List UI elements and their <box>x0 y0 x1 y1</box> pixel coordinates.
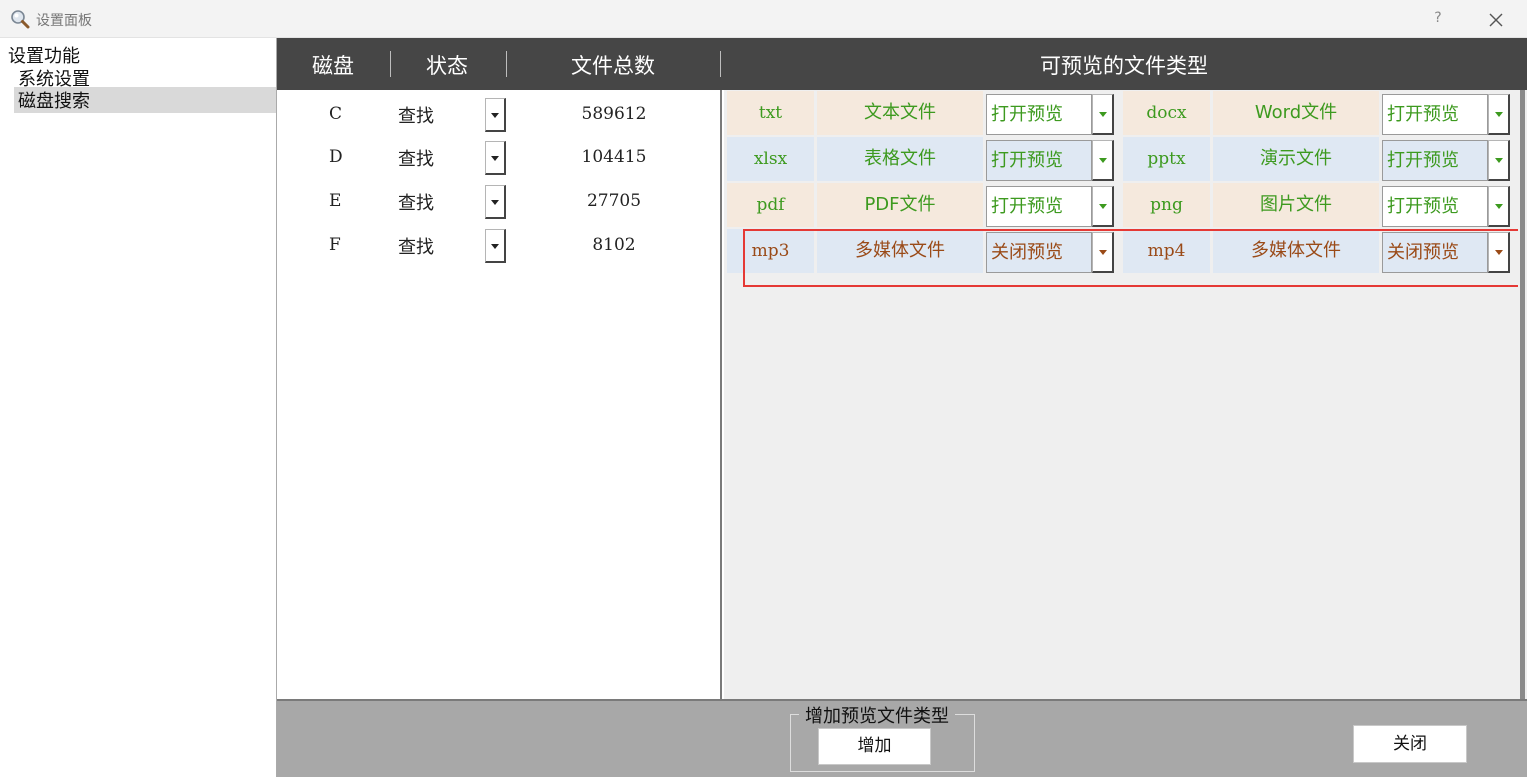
file-type-row: mp3 多媒体文件 关闭预览 mp4 多媒体文件 关闭预览 <box>724 229 1527 273</box>
table-row: D 查找 104415 <box>277 139 722 175</box>
dropdown-arrow-icon[interactable] <box>1092 140 1114 181</box>
file-desc: 演示文件 <box>1213 137 1379 181</box>
close-icon[interactable] <box>1484 8 1508 32</box>
file-desc: 多媒体文件 <box>1213 229 1379 273</box>
table-header: 磁盘 状态 文件总数 可预览的文件类型 <box>277 38 1527 90</box>
file-ext: pptx <box>1123 137 1210 181</box>
scrollbar-thumb[interactable] <box>1520 90 1525 699</box>
preview-state-select[interactable]: 打开预览 <box>986 94 1092 135</box>
dropdown-arrow-icon[interactable] <box>1092 186 1114 227</box>
dropdown-arrow-icon[interactable] <box>485 185 506 219</box>
dropdown-arrow-icon[interactable] <box>1092 94 1114 135</box>
file-desc: 表格文件 <box>817 137 983 181</box>
file-desc: 图片文件 <box>1213 183 1379 227</box>
dropdown-arrow-icon[interactable] <box>1488 140 1510 181</box>
disk-file-count: 589612 <box>581 104 647 124</box>
preview-state-select[interactable]: 打开预览 <box>1382 94 1488 135</box>
window-title: 设置面板 <box>36 13 92 29</box>
dropdown-arrow-icon[interactable] <box>1092 232 1114 273</box>
settings-tree: 设置功能 系统设置 磁盘搜索 <box>0 38 276 777</box>
file-desc: 多媒体文件 <box>817 229 983 273</box>
file-ext: png <box>1123 183 1210 227</box>
dropdown-arrow-icon[interactable] <box>485 229 506 263</box>
file-type-row: pdf PDF文件 打开预览 png 图片文件 打开预览 <box>724 183 1527 227</box>
disk-letter: C <box>329 104 343 124</box>
file-type-row: xlsx 表格文件 打开预览 pptx 演示文件 打开预览 <box>724 137 1527 181</box>
preview-state-select[interactable]: 关闭预览 <box>1382 232 1488 273</box>
disk-list: C 查找 589612 D 查找 104415 E 查找 27705 F 查找 … <box>277 90 722 699</box>
file-ext: mp3 <box>727 229 814 273</box>
title-bar: 设置面板 ? <box>0 0 1527 38</box>
header-separator <box>720 51 721 77</box>
header-separator <box>506 51 507 77</box>
disk-file-count: 27705 <box>586 191 642 211</box>
disk-status[interactable]: 查找 <box>398 189 434 215</box>
preview-state-select[interactable]: 打开预览 <box>1382 186 1488 227</box>
tree-item-disk-search[interactable]: 磁盘搜索 <box>14 87 276 113</box>
disk-status[interactable]: 查找 <box>398 102 434 128</box>
header-status: 状态 <box>426 54 468 78</box>
disk-letter: D <box>329 147 343 167</box>
header-preview-types: 可预览的文件类型 <box>1040 54 1208 78</box>
table-row: C 查找 589612 <box>277 96 722 132</box>
file-desc: Word文件 <box>1213 91 1379 135</box>
vertical-scrollbar[interactable] <box>1518 90 1527 699</box>
header-separator <box>390 51 391 77</box>
dropdown-arrow-icon[interactable] <box>485 141 506 175</box>
file-ext: pdf <box>727 183 814 227</box>
dropdown-arrow-icon[interactable] <box>1488 232 1510 273</box>
disk-letter: F <box>329 235 341 255</box>
disk-status[interactable]: 查找 <box>398 145 434 171</box>
add-button[interactable]: 增加 <box>818 728 931 765</box>
dropdown-arrow-icon[interactable] <box>1488 186 1510 227</box>
file-desc: PDF文件 <box>817 183 983 227</box>
preview-state-select[interactable]: 打开预览 <box>986 186 1092 227</box>
file-type-row: txt 文本文件 打开预览 docx Word文件 打开预览 <box>724 91 1527 135</box>
header-count: 文件总数 <box>571 54 655 78</box>
table-row: F 查找 8102 <box>277 227 722 263</box>
main-panel: 磁盘 状态 文件总数 可预览的文件类型 C 查找 589612 D 查找 104… <box>276 38 1527 777</box>
preview-state-select[interactable]: 打开预览 <box>986 140 1092 181</box>
disk-file-count: 104415 <box>581 147 647 167</box>
footer-bar: 增加预览文件类型 增加 关闭 <box>277 699 1527 777</box>
help-button[interactable]: ? <box>1428 8 1448 28</box>
magnifier-icon <box>11 10 30 29</box>
preview-state-select[interactable]: 打开预览 <box>1382 140 1488 181</box>
preview-state-select[interactable]: 关闭预览 <box>986 232 1092 273</box>
preview-types-grid: txt 文本文件 打开预览 docx Word文件 打开预览 xlsx 表格文件… <box>724 90 1527 699</box>
file-ext: txt <box>727 91 814 135</box>
dropdown-arrow-icon[interactable] <box>1488 94 1510 135</box>
dropdown-arrow-icon[interactable] <box>485 98 506 132</box>
file-ext: xlsx <box>727 137 814 181</box>
file-ext: docx <box>1123 91 1210 135</box>
add-type-group-title: 增加预览文件类型 <box>799 702 955 728</box>
disk-letter: E <box>329 191 342 211</box>
file-desc: 文本文件 <box>817 91 983 135</box>
file-ext: mp4 <box>1123 229 1210 273</box>
disk-file-count: 8102 <box>592 235 636 255</box>
header-disk: 磁盘 <box>312 54 354 78</box>
table-row: E 查找 27705 <box>277 183 722 219</box>
close-button[interactable]: 关闭 <box>1353 725 1467 763</box>
disk-status[interactable]: 查找 <box>398 233 434 259</box>
